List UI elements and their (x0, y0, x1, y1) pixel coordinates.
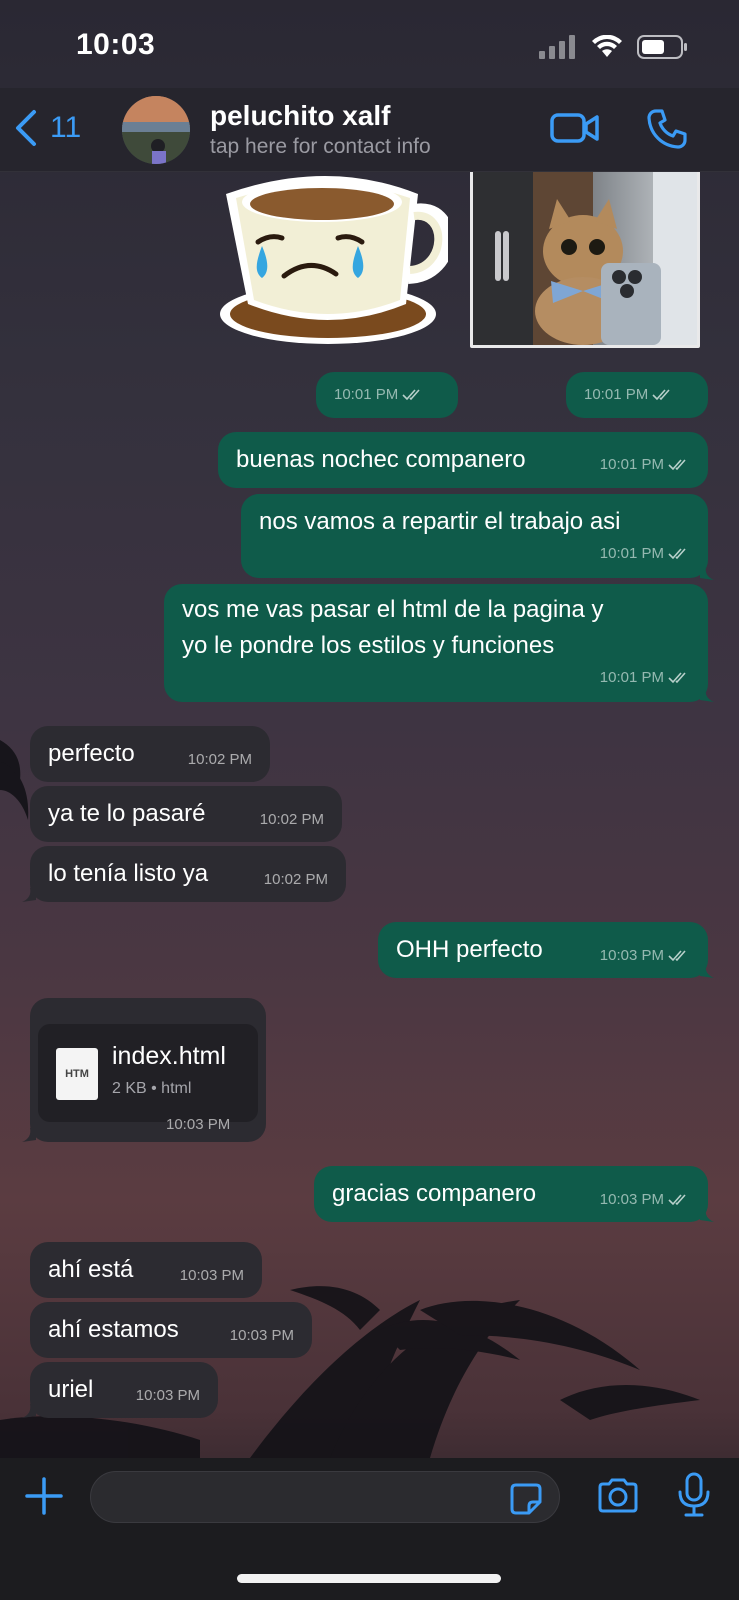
message-bubble-incoming[interactable]: ya te lo pasaré 10:02 PM (30, 786, 342, 842)
message-text: uriel (48, 1376, 94, 1403)
message-text: nos vamos a repartir el trabajo asi (259, 508, 621, 535)
message-bubble-outgoing[interactable]: gracias companero 10:03 PM (314, 1166, 708, 1222)
wifi-icon (592, 35, 622, 57)
read-ticks-icon (668, 672, 686, 684)
home-indicator (237, 1574, 501, 1583)
bubble-tail (700, 566, 714, 580)
message-text: OHH perfecto (396, 936, 543, 963)
message-time: 10:02 PM (263, 871, 328, 888)
message-bubble-incoming[interactable]: ahí estamos 10:03 PM (30, 1302, 312, 1358)
message-time: 10:01 PM (584, 386, 649, 403)
read-ticks-icon (668, 459, 686, 471)
sticker-icon[interactable] (509, 1482, 543, 1516)
message-bubble-outgoing[interactable]: OHH perfecto 10:03 PM (378, 922, 708, 978)
read-ticks-icon (402, 389, 420, 401)
bubble-tail (22, 888, 36, 902)
message-time: 10:03 PM (599, 947, 664, 964)
message-text: ahí estamos (48, 1316, 179, 1343)
read-ticks-icon (668, 950, 686, 962)
bubble-tail (700, 1208, 714, 1222)
unread-count: 11 (50, 111, 82, 144)
file-attachment[interactable]: HTM index.html 2 KB • html (38, 1024, 258, 1122)
message-bubble-incoming[interactable]: ahí está 10:03 PM (30, 1242, 262, 1298)
message-composer (0, 1458, 739, 1600)
message-time: 10:01 PM (599, 545, 664, 562)
camera-icon[interactable] (596, 1478, 640, 1514)
cellular-signal-icon (539, 35, 575, 59)
photo-timestamp-bubble: 10:01 PM (566, 372, 708, 418)
bubble-tail (22, 1128, 36, 1142)
read-ticks-icon (652, 389, 670, 401)
message-text: ya te lo pasaré (48, 800, 206, 827)
message-input-wrapper[interactable] (90, 1471, 560, 1523)
video-call-icon[interactable] (550, 110, 600, 146)
message-time: 10:01 PM (599, 669, 664, 686)
message-time: 10:03 PM (135, 1387, 200, 1404)
message-list[interactable]: 10:01 PM 10:01 PM buenas nochec companer… (0, 172, 739, 1458)
message-time: 10:01 PM (334, 386, 399, 403)
message-time: 10:01 PM (599, 456, 664, 473)
message-text: lo tenía listo ya (48, 860, 209, 887)
message-text: perfecto (48, 740, 135, 767)
message-time: 10:02 PM (187, 751, 252, 768)
message-bubble-outgoing[interactable]: buenas nochec companero 10:01 PM (218, 432, 708, 488)
cat-photo[interactable] (470, 172, 700, 348)
chat-header[interactable]: 11 peluchito xalf tap here for contact i… (0, 88, 739, 172)
file-name: index.html (112, 1042, 226, 1070)
message-time: 10:03 PM (179, 1267, 244, 1284)
message-time: 10:03 PM (229, 1327, 294, 1344)
contact-name[interactable]: peluchito xalf (210, 100, 390, 132)
message-bubble-incoming[interactable]: perfecto 10:02 PM (30, 726, 270, 782)
bubble-tail (22, 1404, 36, 1418)
message-time: 10:03 PM (599, 1191, 664, 1208)
status-icons (539, 34, 689, 60)
read-ticks-icon (668, 1194, 686, 1206)
status-bar: 10:03 (0, 0, 739, 88)
plus-icon[interactable] (24, 1476, 64, 1516)
message-time: 10:02 PM (259, 811, 324, 828)
phone-call-icon[interactable] (646, 108, 688, 150)
message-bubble-outgoing[interactable]: vos me vas pasar el html de la pagina y … (164, 584, 708, 702)
message-bubble-incoming[interactable]: uriel 10:03 PM (30, 1362, 218, 1418)
back-button[interactable]: 11 (14, 108, 81, 148)
message-time: 10:03 PM (166, 1116, 231, 1133)
message-bubble-outgoing[interactable]: nos vamos a repartir el trabajo asi 10:0… (241, 494, 708, 578)
message-text: buenas nochec companero (236, 446, 526, 473)
crying-cup-sticker[interactable] (218, 172, 448, 348)
bubble-tail (700, 688, 714, 702)
message-text-line: yo le pondre los estilos y funciones (182, 632, 555, 659)
html-file-icon: HTM (56, 1048, 98, 1100)
contact-info-hint[interactable]: tap here for contact info (210, 135, 431, 159)
contact-avatar[interactable] (122, 96, 190, 164)
bubble-tail (700, 964, 714, 978)
battery-icon (637, 35, 687, 59)
message-bubble-incoming[interactable]: lo tenía listo ya 10:02 PM (30, 846, 346, 902)
read-ticks-icon (668, 548, 686, 560)
message-input[interactable] (91, 1472, 501, 1522)
message-text: gracias companero (332, 1180, 537, 1207)
chevron-left-icon (16, 110, 36, 146)
file-meta: 2 KB • html (112, 1080, 192, 1097)
message-text: ahí está (48, 1256, 134, 1283)
message-text-line: vos me vas pasar el html de la pagina y (182, 596, 604, 623)
sticker-timestamp-bubble: 10:01 PM (316, 372, 458, 418)
status-time: 10:03 (76, 28, 156, 61)
microphone-icon[interactable] (676, 1472, 712, 1518)
